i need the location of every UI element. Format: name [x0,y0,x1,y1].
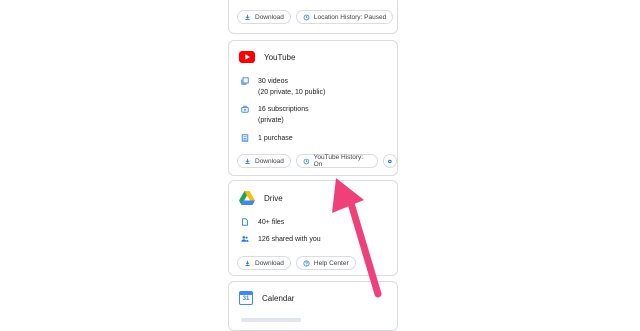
drive-logo-icon [239,191,255,205]
video-library-icon [241,77,249,85]
purchase-count: 1 purchase [258,135,293,142]
subscriptions-detail: (private) [258,117,284,124]
shared-row: 126 shared with you [241,234,321,245]
history-icon [303,14,310,20]
gear-icon [388,159,392,163]
location-history-label: Location History: Paused [313,13,387,21]
files-count: 40+ files [258,219,285,226]
activity-card-drive: Drive 40+ files 126 shared with you Down… [228,180,398,276]
subscriptions-row: 16 subscriptions (private) [241,104,309,126]
card-title: Calendar [262,293,295,303]
activity-card-youtube: YouTube 30 videos (20 private, 10 public… [228,40,398,176]
subscriptions-icon [241,105,249,113]
file-icon [242,218,248,226]
help-icon [303,259,310,267]
youtube-logo-icon [239,51,255,63]
download-button[interactable]: Download [237,10,291,24]
videos-row: 30 videos (20 private, 10 public) [241,76,325,98]
download-icon [245,14,250,20]
people-icon [241,236,249,242]
download-label: Download [255,259,284,267]
activity-card-calendar: 31 Calendar [228,281,398,331]
download-button[interactable]: Download [237,256,291,270]
download-label: Download [255,157,284,165]
download-icon [245,260,250,266]
files-row: 40+ files [241,217,284,228]
receipt-icon [241,134,249,142]
download-icon [245,158,250,164]
card-title: Drive [264,193,283,203]
help-center-button[interactable]: Help Center [295,256,356,270]
settings-button[interactable] [383,154,397,168]
location-history-button[interactable]: Location History: Paused [295,10,394,24]
videos-count: 30 videos [258,78,288,85]
card-title: YouTube [264,52,296,62]
youtube-history-button[interactable]: YouTube History: On [295,154,379,168]
calendar-logo-icon: 31 [239,291,253,305]
history-icon [303,158,310,164]
download-button[interactable]: Download [237,154,291,168]
cropped-row [241,318,301,322]
videos-detail: (20 private, 10 public) [258,89,326,96]
download-label: Download [255,13,284,21]
shared-count: 126 shared with you [258,236,321,243]
purchase-row: 1 purchase [241,133,293,144]
help-center-label: Help Center [313,259,349,267]
youtube-history-label: YouTube History: On [313,154,364,168]
subscriptions-count: 16 subscriptions [258,106,309,113]
activity-card-maps: Download Location History: Paused [228,0,398,34]
